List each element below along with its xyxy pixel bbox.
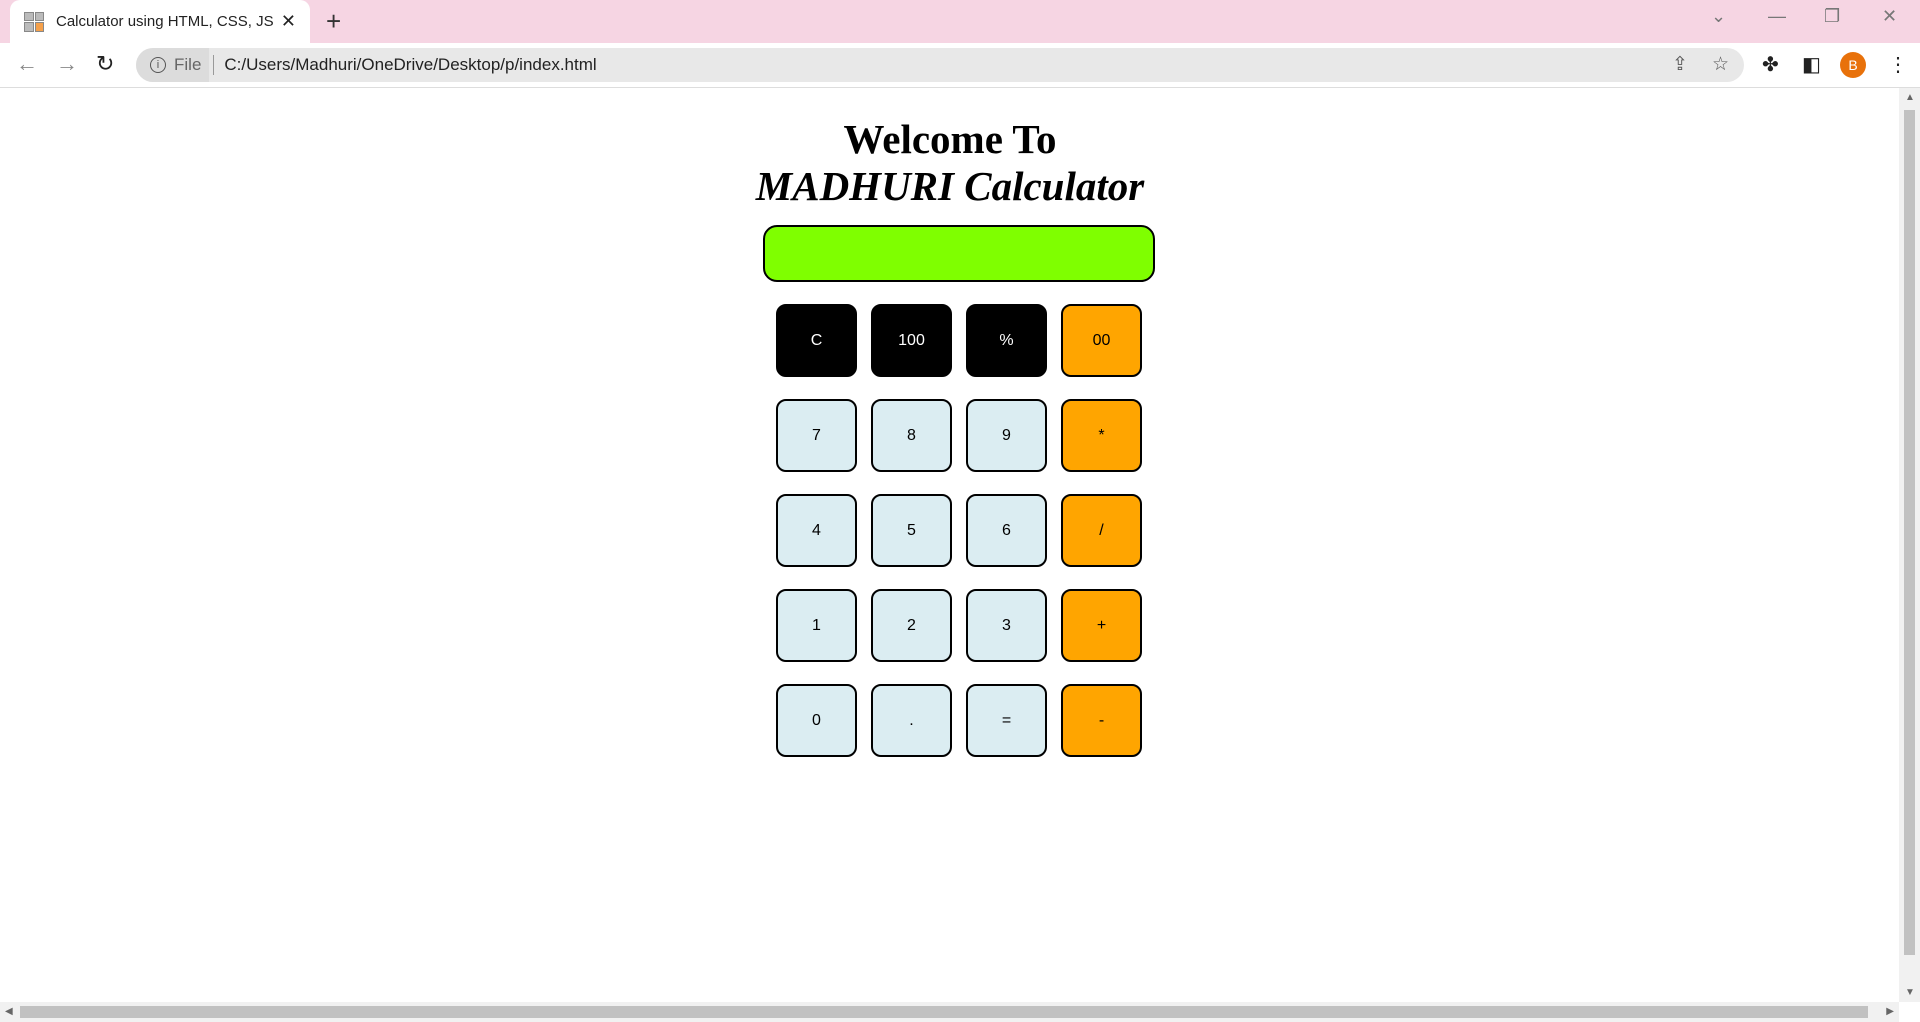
calc-button[interactable]: 2	[871, 589, 952, 662]
calc-button[interactable]: 7	[776, 399, 857, 472]
share-icon[interactable]: ⇪	[1672, 53, 1688, 76]
calc-button[interactable]: *	[1061, 399, 1142, 472]
tab-search-icon[interactable]: ⌄	[1711, 6, 1726, 27]
scroll-right-icon[interactable]: ▶	[1886, 1006, 1894, 1017]
menu-icon[interactable]: ⋮	[1888, 52, 1908, 77]
scroll-down-icon[interactable]: ▼	[1905, 987, 1915, 998]
bookmark-star-icon[interactable]: ☆	[1712, 53, 1729, 76]
calc-button[interactable]: 4	[776, 494, 857, 567]
calc-button[interactable]: 6	[966, 494, 1047, 567]
scroll-up-icon[interactable]: ▲	[1905, 92, 1915, 103]
horizontal-scroll-thumb[interactable]	[20, 1006, 1868, 1018]
extensions-icon[interactable]: ✤	[1762, 52, 1779, 77]
calc-button[interactable]: 5	[871, 494, 952, 567]
forward-icon[interactable]: →	[56, 51, 78, 77]
close-window-button[interactable]: ✕	[1882, 6, 1897, 27]
calc-button[interactable]: %	[966, 304, 1047, 377]
calc-button[interactable]: C	[776, 304, 857, 377]
site-info-chip[interactable]: i File	[136, 48, 210, 82]
heading-welcome: Welcome To	[843, 116, 1057, 162]
calculator-display[interactable]	[763, 225, 1155, 282]
calculator-favicon-icon	[24, 11, 44, 32]
calc-button[interactable]: 9	[966, 399, 1047, 472]
tab-close-icon[interactable]: ✕	[281, 11, 296, 32]
tab-strip: Calculator using HTML, CSS, JS ✕ + ⌄ — ❐…	[0, 0, 1920, 43]
back-icon[interactable]: ←	[16, 51, 38, 77]
browser-toolbar: ← → ↻ i File C:/Users/Madhuri/OneDrive/D…	[0, 43, 1920, 88]
calc-button[interactable]: +	[1061, 589, 1142, 662]
calc-button[interactable]: 0	[776, 684, 857, 757]
separator	[213, 55, 215, 75]
reload-icon[interactable]: ↻	[96, 51, 114, 77]
address-bar[interactable]: i File C:/Users/Madhuri/OneDrive/Desktop…	[136, 48, 1744, 82]
side-panel-icon[interactable]: ◧	[1802, 52, 1821, 77]
minimize-button[interactable]: —	[1768, 6, 1786, 27]
new-tab-button[interactable]: +	[326, 6, 341, 37]
calc-button[interactable]: -	[1061, 684, 1142, 757]
url-text[interactable]: C:/Users/Madhuri/OneDrive/Desktop/p/inde…	[224, 55, 596, 75]
calc-button[interactable]: 3	[966, 589, 1047, 662]
info-icon: i	[150, 57, 166, 73]
horizontal-scrollbar[interactable]: ◀ ▶	[0, 1002, 1899, 1022]
calc-button[interactable]: 100	[871, 304, 952, 377]
calc-button[interactable]: /	[1061, 494, 1142, 567]
file-label: File	[174, 55, 202, 74]
calc-button[interactable]: 00	[1061, 304, 1142, 377]
heading-title: MADHURI Calculator	[755, 163, 1145, 209]
calc-button[interactable]: 1	[776, 589, 857, 662]
calc-button[interactable]: .	[871, 684, 952, 757]
scroll-left-icon[interactable]: ◀	[5, 1006, 13, 1017]
calc-button[interactable]: =	[966, 684, 1047, 757]
vertical-scrollbar[interactable]: ▲ ▼	[1899, 88, 1920, 1002]
tab-active[interactable]: Calculator using HTML, CSS, JS ✕	[10, 0, 310, 43]
calc-button[interactable]: 8	[871, 399, 952, 472]
tab-title: Calculator using HTML, CSS, JS	[56, 13, 274, 30]
profile-avatar[interactable]: B	[1840, 52, 1866, 78]
vertical-scroll-thumb[interactable]	[1904, 110, 1915, 955]
restore-button[interactable]: ❐	[1824, 6, 1840, 27]
